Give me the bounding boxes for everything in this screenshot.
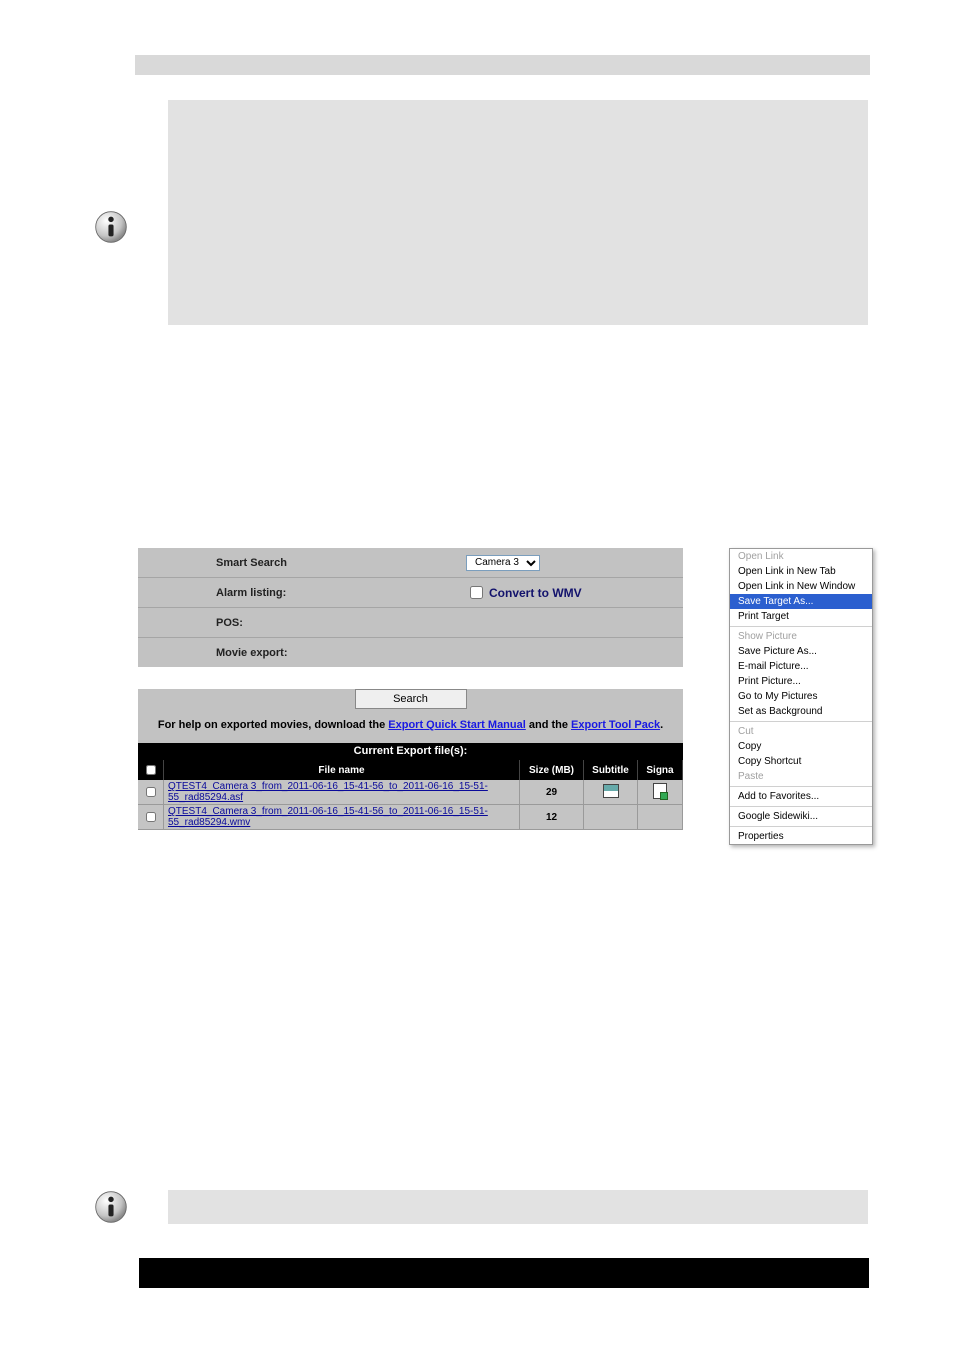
header-bar (135, 55, 870, 75)
col-subtitle: Subtitle (584, 760, 638, 780)
ctx-sidewiki[interactable]: Google Sidewiki... (730, 809, 872, 824)
ctx-set-bg[interactable]: Set as Background (730, 704, 872, 719)
file-size: 12 (520, 805, 584, 830)
ctx-save-target[interactable]: Save Target As... (730, 594, 872, 609)
ctx-cut: Cut (730, 724, 872, 739)
select-all-checkbox[interactable] (146, 765, 156, 775)
ctx-print-picture[interactable]: Print Picture... (730, 674, 872, 689)
info-box (168, 100, 868, 325)
pos-label: POS: (216, 617, 346, 629)
ctx-paste: Paste (730, 769, 872, 784)
file-link[interactable]: QTEST4_Camera 3_from_2011-06-16_15-41-56… (164, 780, 520, 805)
export-manual-link[interactable]: Export Quick Start Manual (388, 719, 526, 731)
footer-bar (139, 1258, 869, 1288)
ctx-go-pictures[interactable]: Go to My Pictures (730, 689, 872, 704)
ctx-show-picture: Show Picture (730, 629, 872, 644)
table-row: QTEST4_Camera 3_from_2011-06-16_15-41-56… (138, 780, 683, 805)
info-icon (94, 1190, 128, 1224)
ctx-copy[interactable]: Copy (730, 739, 872, 754)
help-line: For help on exported movies, download th… (138, 719, 683, 731)
ctx-properties[interactable]: Properties (730, 829, 872, 844)
ctx-add-favorites[interactable]: Add to Favorites... (730, 789, 872, 804)
row-checkbox[interactable] (146, 812, 156, 822)
file-link[interactable]: QTEST4_Camera 3_from_2011-06-16_15-41-56… (164, 805, 520, 830)
ctx-open-new-window[interactable]: Open Link in New Window (730, 579, 872, 594)
movie-export-label: Movie export: (216, 647, 346, 659)
export-files-table: File name Size (MB) Subtitle Signa QTEST… (138, 760, 683, 830)
smart-search-label: Smart Search (216, 557, 346, 569)
search-button[interactable]: Search (355, 689, 467, 709)
table-row: QTEST4_Camera 3_from_2011-06-16_15-41-56… (138, 805, 683, 830)
col-filename: File name (164, 760, 520, 780)
files-header: Current Export file(s): (138, 743, 683, 760)
file-size: 29 (520, 780, 584, 805)
subtitle-icon[interactable] (603, 784, 619, 798)
ctx-save-picture[interactable]: Save Picture As... (730, 644, 872, 659)
ctx-print-target[interactable]: Print Target (730, 609, 872, 624)
ctx-copy-shortcut[interactable]: Copy Shortcut (730, 754, 872, 769)
export-toolpack-link[interactable]: Export Tool Pack (571, 719, 660, 731)
info-bar (168, 1190, 868, 1224)
ctx-open-link: Open Link (730, 549, 872, 564)
info-icon (94, 210, 128, 244)
convert-wmv-checkbox[interactable] (470, 586, 483, 599)
col-signature: Signa (638, 760, 683, 780)
ctx-email-picture[interactable]: E-mail Picture... (730, 659, 872, 674)
camera-select[interactable]: Camera 3 (466, 555, 540, 571)
signature-icon[interactable] (653, 783, 667, 799)
row-checkbox[interactable] (146, 787, 156, 797)
ctx-open-new-tab[interactable]: Open Link in New Tab (730, 564, 872, 579)
context-menu: Open Link Open Link in New Tab Open Link… (729, 548, 873, 845)
search-panel: Smart Search Camera 3 Alarm listing: Con… (138, 548, 683, 830)
col-size: Size (MB) (520, 760, 584, 780)
convert-wmv-label: Convert to WMV (489, 586, 582, 600)
alarm-listing-label: Alarm listing: (216, 587, 346, 599)
